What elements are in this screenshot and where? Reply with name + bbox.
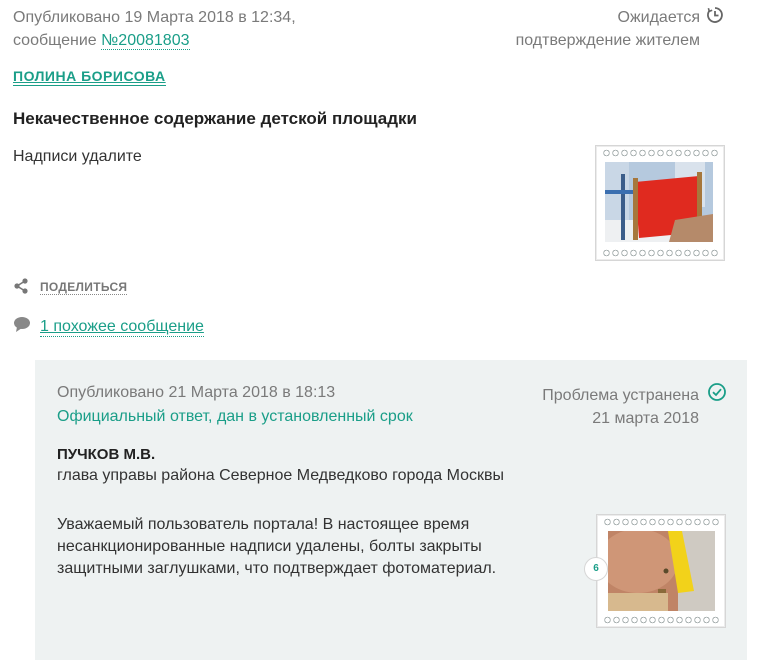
message-number-link[interactable]: №20081803 bbox=[101, 32, 190, 50]
answer-photo-thumbnail[interactable] bbox=[596, 514, 726, 628]
answer-text-line: несанкционированные надписи удалены, бол… bbox=[57, 538, 482, 555]
photo-count-badge[interactable]: 6 bbox=[584, 557, 608, 581]
film-holes-top bbox=[602, 149, 718, 157]
answer-photo bbox=[608, 531, 715, 611]
complaint-meta: Опубликовано 19 Марта 2018 в 12:34, сооб… bbox=[13, 6, 296, 52]
playground-photo-image bbox=[605, 162, 713, 242]
complaint-published-date: Опубликовано 19 Марта 2018 в 12:34, bbox=[13, 9, 296, 26]
film-holes-bottom bbox=[602, 249, 718, 257]
answer-status-line1: Проблема устранена bbox=[542, 387, 699, 404]
complaint-photo bbox=[605, 162, 713, 242]
complaint-status-line1: Ожидается bbox=[617, 9, 701, 26]
answer-text-line: защитными заглушками, что подтверждает ф… bbox=[57, 560, 497, 577]
share-button[interactable]: ПОДЕЛИТЬСЯ bbox=[40, 280, 128, 295]
complaint-photo-thumbnail[interactable] bbox=[595, 145, 725, 261]
complaint-status-line2: подтверждение жителем bbox=[515, 32, 700, 49]
answer-official-label: Официальный ответ, дан в установленный с… bbox=[57, 408, 413, 425]
clock-icon bbox=[707, 7, 723, 23]
complaint-message-line: сообщение №20081803 bbox=[13, 29, 296, 52]
bolt-cap-photo-image bbox=[608, 531, 715, 611]
answer-text-line: Уважаемый пользователь портала! В настоя… bbox=[57, 516, 470, 533]
complaint-title: Некачественное содержание детской площад… bbox=[13, 109, 417, 128]
answer-published-date: Опубликовано 21 Марта 2018 в 18:13 bbox=[57, 384, 336, 401]
author-link[interactable]: ПОЛИНА БОРИСОВА bbox=[13, 68, 166, 86]
share-icon bbox=[14, 278, 28, 294]
similar-messages-link[interactable]: 1 похожее сообщение bbox=[40, 318, 204, 337]
message-prefix: сообщение bbox=[13, 32, 102, 49]
complaint-status: Ожидается подтверждение жителем bbox=[516, 6, 700, 52]
official-name: ПУЧКОВ М.В. bbox=[57, 446, 156, 463]
film-holes-top bbox=[603, 518, 719, 526]
film-holes-bottom bbox=[603, 616, 719, 624]
complaint-text: Надписи удалите bbox=[13, 148, 142, 165]
check-circle-icon bbox=[708, 383, 726, 401]
answer-text: Уважаемый пользователь портала! В настоя… bbox=[57, 514, 527, 580]
answer-status: Проблема устранена 21 марта 2018 bbox=[542, 384, 699, 430]
official-position: глава управы района Северное Медведково … bbox=[57, 467, 504, 484]
answer-status-date: 21 марта 2018 bbox=[592, 410, 699, 427]
speech-bubble-icon bbox=[14, 317, 30, 332]
